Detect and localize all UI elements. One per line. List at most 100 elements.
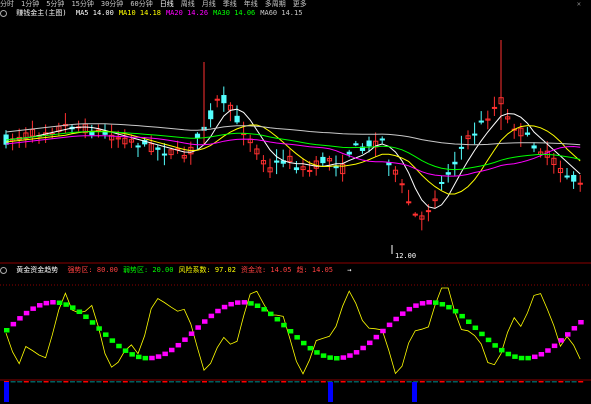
volume-bar [479, 381, 485, 383]
volume-bar [571, 381, 577, 383]
trend-block [307, 345, 314, 351]
volume-bar [320, 381, 326, 383]
trend-block [149, 355, 155, 361]
trend-block [492, 343, 498, 348]
trend-block [50, 300, 56, 305]
volume-bar [525, 381, 531, 383]
sub-indicator-settings-icon[interactable] [0, 266, 7, 274]
candle-body [491, 106, 498, 109]
sub-indicator-name[interactable]: 黄金资金趋势 [16, 266, 58, 274]
trend-block [228, 301, 234, 307]
candle-body [102, 131, 108, 135]
trend-block [23, 310, 30, 316]
volume-bar [400, 381, 405, 383]
candle-body [274, 160, 280, 163]
volume-bar [215, 381, 221, 383]
ma20-line [5, 135, 581, 177]
period-tab-4[interactable]: 30分钟 [101, 0, 123, 8]
trend-block [466, 319, 472, 325]
sub-label-3: 资金流: 14.05 [240, 266, 292, 274]
period-tab-7[interactable]: 周线 [181, 0, 195, 8]
period-tab-9[interactable]: 季线 [223, 0, 237, 8]
trend-block [320, 353, 327, 358]
volume-bar [274, 381, 280, 383]
trend-block [419, 301, 426, 306]
sub-label-2: 风险系数: 97.02 [178, 266, 236, 274]
period-tab-5[interactable]: 60分钟 [130, 0, 152, 8]
volume-bar [235, 381, 240, 383]
trend-block [254, 303, 261, 309]
volume-bar [142, 381, 148, 383]
trend-block [551, 343, 558, 349]
volume-bar [17, 381, 23, 383]
volume-bar [347, 381, 353, 383]
trend-block [367, 340, 373, 346]
sub-label-0: 强势区: 80.00 [67, 266, 118, 274]
period-tab-12[interactable]: 更多 [293, 0, 307, 8]
volume-bar [208, 381, 214, 383]
volume-bar [499, 381, 504, 383]
trend-block [195, 325, 201, 330]
volume-bar [228, 381, 234, 383]
trend-block [426, 300, 432, 305]
indicator-settings-icon[interactable] [0, 9, 7, 17]
volume-bar [287, 381, 293, 383]
trend-block [334, 355, 340, 361]
main-indicator-name[interactable]: 赚钱金主(主图) [16, 9, 66, 17]
trend-block [4, 328, 10, 333]
volume-bar [129, 381, 135, 383]
close-icon[interactable]: ✕ [577, 0, 581, 9]
volume-bar [532, 381, 537, 383]
volume-bar [307, 381, 313, 383]
candle-body [399, 183, 405, 186]
volume-bar [551, 381, 557, 383]
period-tab-0[interactable]: 分时 [0, 0, 14, 8]
chart-canvas[interactable]: 12.00 [0, 0, 591, 404]
ma-label-2: MA20 14.26 [165, 9, 209, 17]
volume-bar [202, 381, 207, 383]
candle-body [406, 201, 412, 204]
volume-bar [485, 381, 491, 383]
trend-block [439, 302, 446, 307]
trend-block [142, 355, 149, 361]
trend-block [413, 303, 419, 308]
sub-label-1: 弱势区: 20.00 [122, 266, 174, 274]
volume-bar [83, 381, 89, 383]
candle-body [386, 162, 392, 166]
trend-block [380, 328, 386, 334]
trend-block [96, 326, 102, 331]
volume-bar [505, 381, 511, 383]
trend-block [485, 337, 492, 343]
candle-body [478, 120, 484, 123]
low-marker: 12.00 [395, 252, 416, 260]
trend-block [301, 340, 307, 346]
trend-block [30, 306, 36, 311]
period-tab-6[interactable]: 日线 [160, 0, 174, 8]
volume-bar [472, 381, 478, 383]
volume-bar [452, 381, 458, 383]
period-tab-8[interactable]: 月线 [202, 0, 216, 8]
trend-block [63, 302, 69, 307]
volume-bar [109, 381, 115, 383]
candle-body [458, 146, 465, 149]
period-tab-11[interactable]: 多周期 [265, 0, 286, 8]
trend-block [327, 355, 333, 360]
volume-bar [96, 381, 102, 383]
candle-body [445, 172, 451, 175]
candle-body [452, 161, 458, 165]
period-tab-10[interactable]: 年线 [244, 0, 258, 8]
trend-block [558, 338, 564, 343]
trend-block [393, 316, 399, 322]
candle-body [472, 133, 478, 136]
period-tab-1[interactable]: 1分钟 [21, 0, 39, 8]
trend-block [525, 355, 531, 361]
candle-body [155, 147, 161, 150]
period-tab-2[interactable]: 5分钟 [46, 0, 64, 8]
volume-bar [386, 381, 392, 383]
trend-block [452, 308, 459, 314]
period-tab-3[interactable]: 15分钟 [71, 0, 93, 8]
volume-bar [248, 381, 254, 383]
candle-body [524, 132, 531, 135]
trend-block [347, 353, 353, 358]
trend-block [175, 342, 182, 348]
